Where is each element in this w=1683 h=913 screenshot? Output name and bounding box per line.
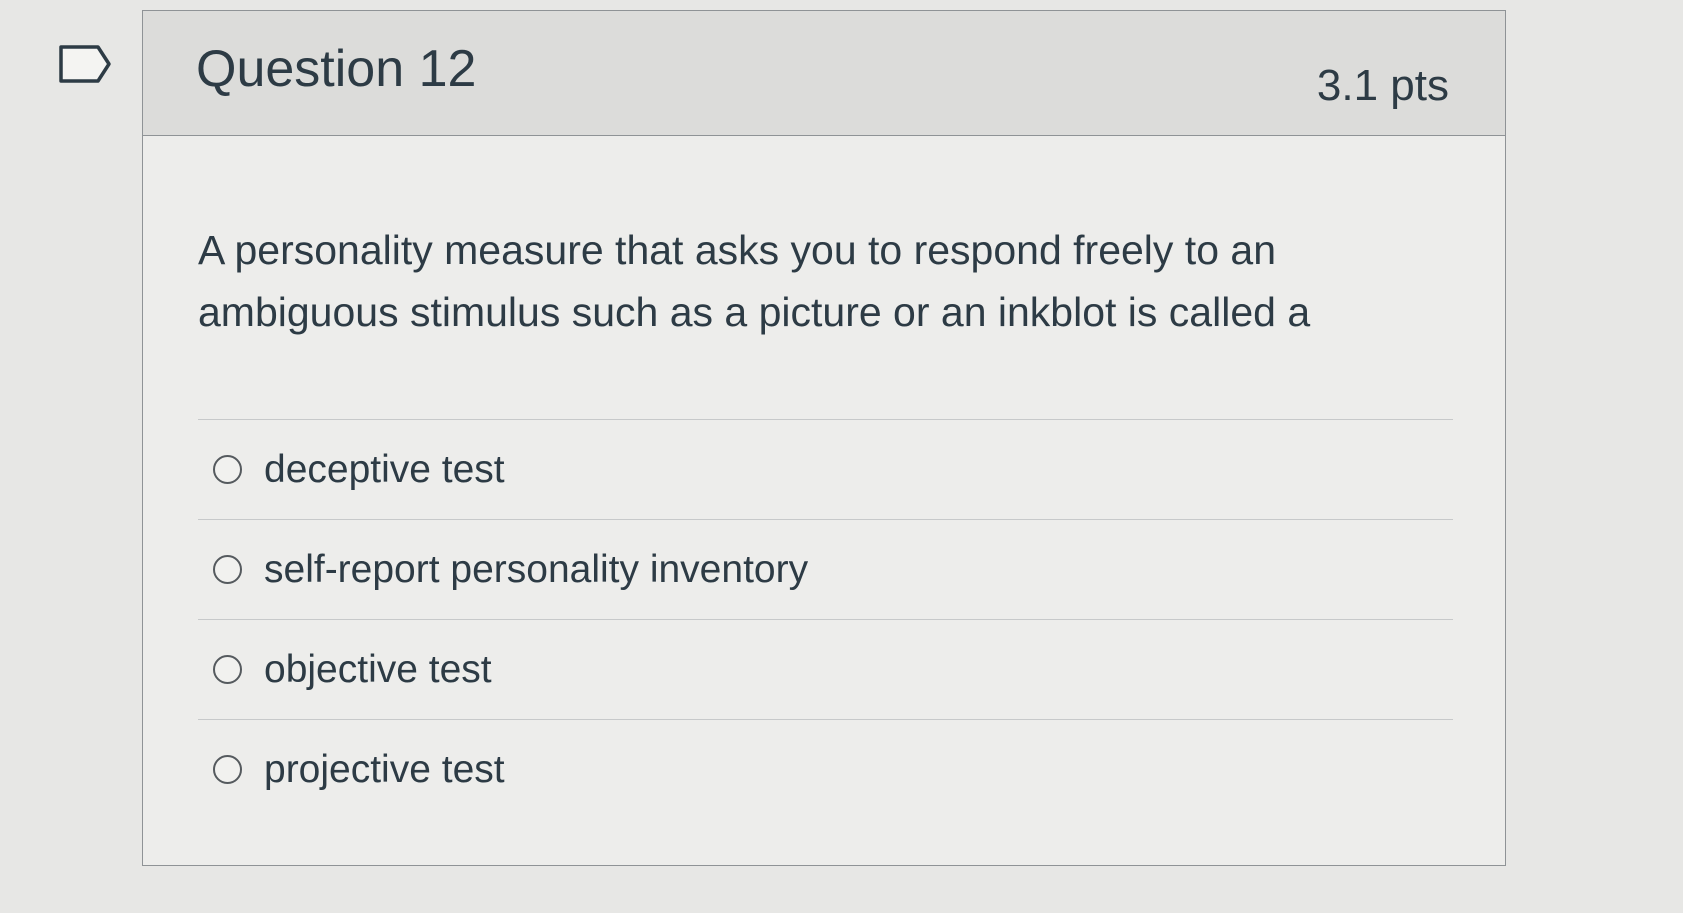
answer-label: deceptive test [264,447,505,491]
radio-button[interactable] [213,555,242,584]
radio-button[interactable] [213,655,242,684]
answer-option[interactable]: projective test [198,719,1453,819]
radio-button[interactable] [213,455,242,484]
question-text: A personality measure that asks you to r… [198,227,1311,335]
answer-label: self-report personality inventory [264,547,809,591]
answer-list: deceptive test self-report personality i… [198,419,1453,819]
answer-option[interactable]: deceptive test [198,419,1453,519]
question-title: Question 12 [196,40,477,98]
answer-label: projective test [264,747,505,791]
question-card: Question 12 3.1 pts A personality measur… [142,10,1506,866]
radio-button[interactable] [213,755,242,784]
answer-option[interactable]: self-report personality inventory [198,519,1453,619]
question-header: Question 12 3.1 pts [143,11,1505,136]
answer-option[interactable]: objective test [198,619,1453,719]
answer-label: objective test [264,647,492,691]
flag-question-icon[interactable] [58,44,112,84]
question-points: 3.1 pts [1316,61,1449,110]
